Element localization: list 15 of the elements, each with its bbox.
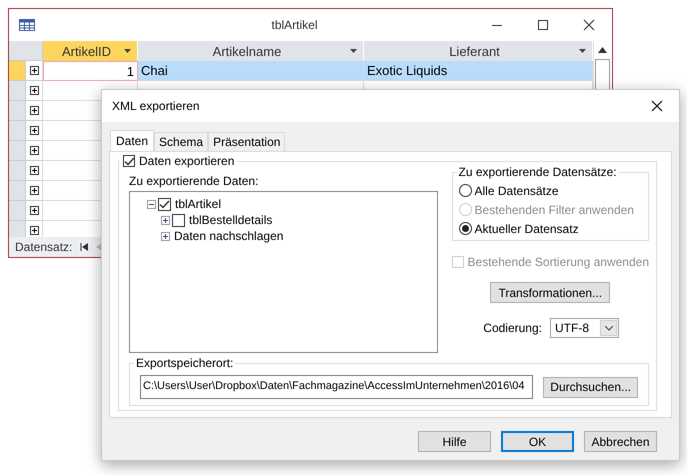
- table-cell: Chai: [138, 61, 364, 81]
- checkbox-label: Daten exportieren: [139, 154, 234, 168]
- group-title: Zu exportierende Datensätze:: [456, 165, 619, 179]
- radio-label: Alle Datensätze: [474, 184, 559, 198]
- radio-label: Bestehenden Filter anwenden: [474, 202, 634, 216]
- checkbox-label: Bestehende Sortierung anwenden: [468, 255, 649, 269]
- table-cell: Exotic Liquids: [364, 61, 593, 81]
- table-cell: 1: [43, 61, 138, 81]
- window-title: tblArtikel: [270, 18, 318, 32]
- dialog-title: XML exportieren: [112, 99, 201, 113]
- record-label: Datensatz:: [15, 240, 72, 254]
- encoding-label: Codierung:: [483, 321, 542, 335]
- group-title: Exportspeicherort:: [134, 356, 236, 370]
- tree-label: Zu exportierende Daten:: [129, 174, 260, 188]
- radio-label: Aktueller Datensatz: [474, 222, 579, 236]
